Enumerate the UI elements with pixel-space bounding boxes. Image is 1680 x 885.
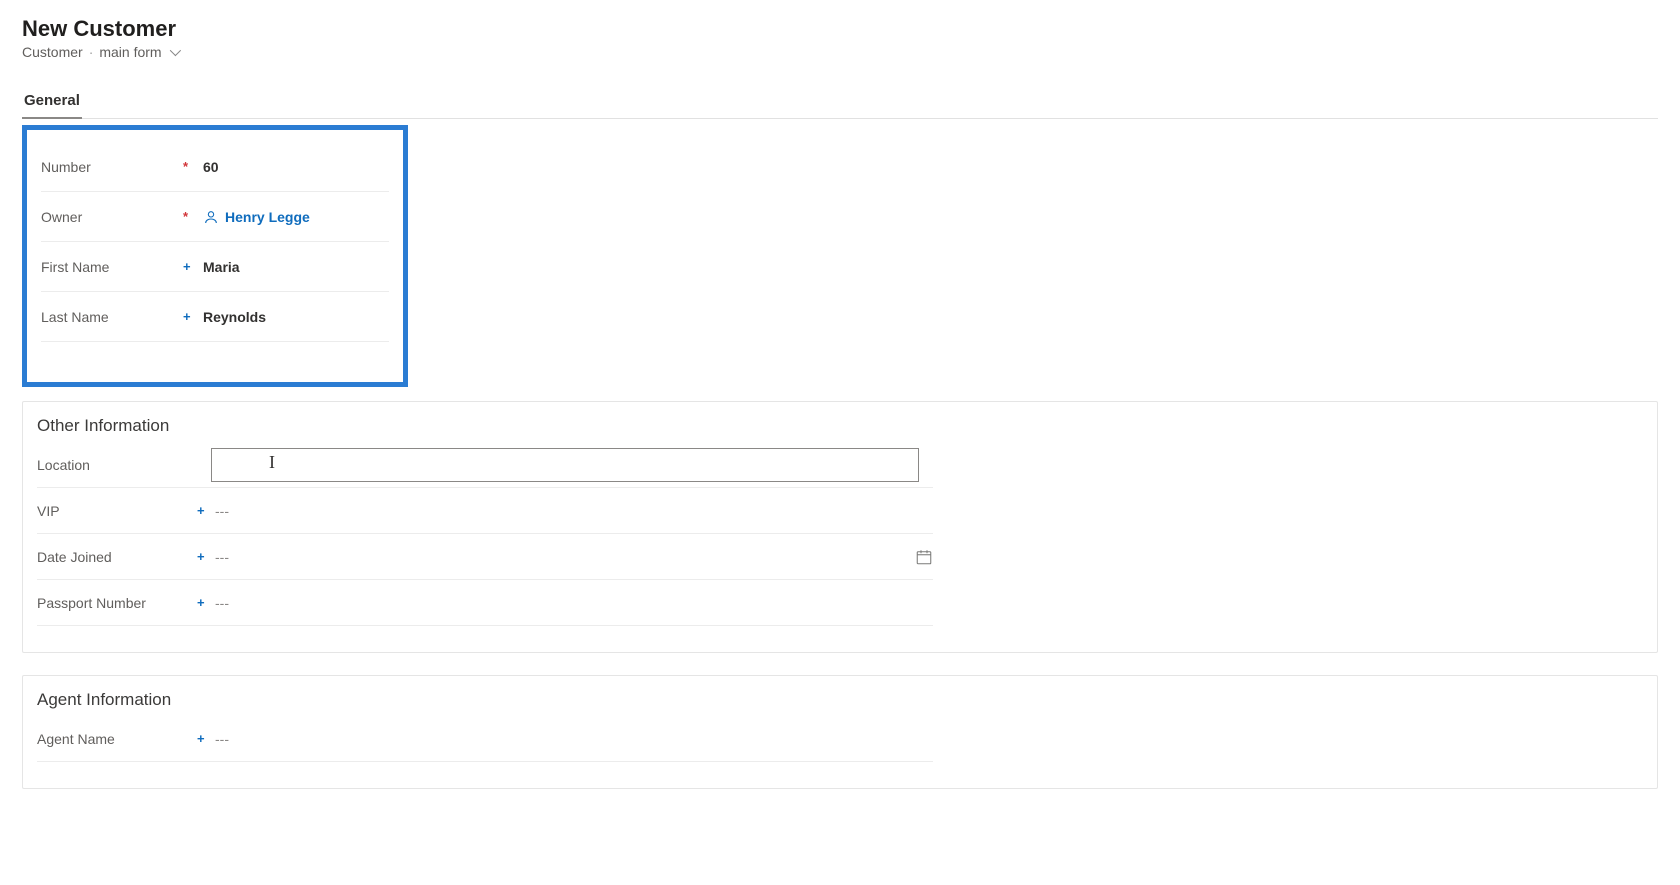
agent-information-title: Agent Information [37,690,1643,710]
person-icon [203,209,219,225]
field-date-joined-label: Date Joined [37,549,197,565]
field-owner-value[interactable]: Henry Legge [199,201,389,233]
form-selector-label: main form [99,44,161,60]
field-number-value[interactable]: 60 [199,151,389,183]
field-owner-label: Owner [41,209,183,225]
tab-row: General [22,86,1658,119]
field-vip[interactable]: VIP + --- [37,488,933,534]
field-agent-name-label: Agent Name [37,731,197,747]
required-indicator: * [183,159,199,174]
other-information-title: Other Information [37,416,1643,436]
tab-general[interactable]: General [22,86,82,119]
field-number-label: Number [41,159,183,175]
field-location[interactable]: Location I [37,442,933,488]
recommended-indicator: + [183,309,199,324]
location-input[interactable] [211,448,919,482]
field-first-name[interactable]: First Name + Maria [41,242,389,292]
field-agent-name[interactable]: Agent Name + --- [37,716,933,762]
page-header: New Customer Customer · main form [22,16,1658,60]
chevron-down-icon [169,45,180,56]
field-date-joined[interactable]: Date Joined + --- [37,534,933,580]
breadcrumb: Customer · main form [22,44,1658,60]
field-vip-label: VIP [37,503,197,519]
required-indicator: * [183,209,199,224]
field-first-name-value[interactable]: Maria [199,251,389,283]
field-passport-number-value[interactable]: --- [211,587,933,619]
breadcrumb-separator: · [89,44,94,60]
breadcrumb-entity: Customer [22,44,83,60]
recommended-indicator: + [197,503,211,518]
form-selector[interactable]: main form [99,44,177,60]
page-title: New Customer [22,16,1658,42]
field-number[interactable]: Number * 60 [41,142,389,192]
recommended-indicator: + [197,549,211,564]
field-last-name[interactable]: Last Name + Reynolds [41,292,389,342]
field-last-name-value[interactable]: Reynolds [199,301,389,333]
owner-name: Henry Legge [225,209,310,225]
field-date-joined-value[interactable]: --- [211,541,933,573]
other-information-section: Other Information Location I VIP + --- D… [22,401,1658,653]
owner-link[interactable]: Henry Legge [203,209,310,225]
field-owner[interactable]: Owner * Henry Legge [41,192,389,242]
recommended-indicator: + [197,595,211,610]
general-section-highlight: Number * 60 Owner * Henry Legge First Na… [22,125,408,387]
field-passport-number[interactable]: Passport Number + --- [37,580,933,626]
field-last-name-label: Last Name [41,309,183,325]
recommended-indicator: + [197,731,211,746]
field-vip-value[interactable]: --- [211,495,933,527]
calendar-icon[interactable] [915,548,933,566]
agent-information-section: Agent Information Agent Name + --- [22,675,1658,789]
recommended-indicator: + [183,259,199,274]
field-location-label: Location [37,457,197,473]
field-passport-number-label: Passport Number [37,595,197,611]
field-agent-name-value[interactable]: --- [211,723,933,755]
field-first-name-label: First Name [41,259,183,275]
